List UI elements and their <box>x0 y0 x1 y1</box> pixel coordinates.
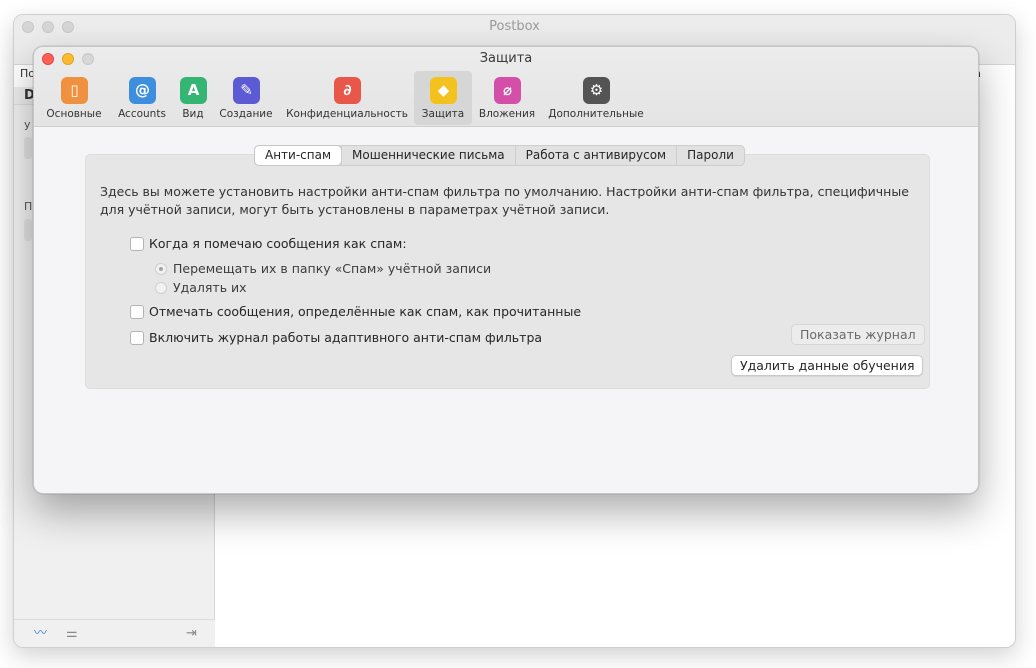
option-label: Когда я помечаю сообщения как спам: <box>149 236 407 251</box>
phone-icon: ▯ <box>61 77 88 104</box>
dialog-header: Защита ▯ Основные @ Accounts A Вид ✎ Соз… <box>34 47 978 127</box>
sidebar-fragment: П <box>24 200 33 213</box>
toolbar-label: Accounts <box>118 108 166 120</box>
gear-icon: ⚙ <box>583 77 610 104</box>
shield-icon: ◆ <box>430 77 457 104</box>
delete-training-data-button[interactable]: Удалить данные обучения <box>731 355 924 376</box>
when-mark-spam-checkbox[interactable] <box>130 237 144 251</box>
toolbar-item-general[interactable]: ▯ Основные <box>42 71 106 125</box>
sliders-icon[interactable]: ⚌ <box>66 626 78 641</box>
anti-spam-description: Здесь вы можете установить настройки ант… <box>100 184 909 217</box>
letter-a-icon: A <box>180 77 207 104</box>
toolbar-label: Вложения <box>478 108 536 120</box>
paperclip-icon: ⌀ <box>494 77 521 104</box>
toolbar-item-advanced[interactable]: ⚙ Дополнительные <box>546 71 646 125</box>
dialog-title: Защита <box>479 51 533 66</box>
toolbar-item-privacy[interactable]: ∂ Конфиденциальность <box>286 71 408 125</box>
option-label: Включить журнал работы адаптивного анти-… <box>149 330 543 345</box>
tab-antivirus[interactable]: Работа с антивирусом <box>514 146 676 165</box>
delete-them-radio[interactable] <box>155 282 167 294</box>
toolbar-item-accounts[interactable]: @ Accounts <box>114 71 170 125</box>
pencil-icon: ✎ <box>233 77 260 104</box>
at-icon: @ <box>129 77 156 104</box>
sidebar-item-stub <box>24 137 32 159</box>
privacy-icon: ∂ <box>334 77 361 104</box>
sidebar-item-stub <box>24 219 32 241</box>
sidebar-fragment: у <box>24 118 31 131</box>
toolbar-label: Конфиденциальность <box>286 108 408 120</box>
activity-icon[interactable]: 〰 <box>34 622 47 641</box>
toolbar-item-attachments[interactable]: ⌀ Вложения <box>476 71 538 125</box>
option-label: Перемещать их в папку «Спам» учётной зап… <box>173 261 492 276</box>
move-to-spam-radio[interactable] <box>155 263 167 275</box>
option-delete-them[interactable]: Удалять их <box>155 280 247 295</box>
tab-anti-spam[interactable]: Анти-спам <box>255 146 342 165</box>
toolbar-item-security[interactable]: ◆ Защита <box>414 71 472 125</box>
tab-passwords[interactable]: Пароли <box>676 146 744 165</box>
toolbar-label: Основные <box>46 108 102 120</box>
option-mark-as-read[interactable]: Отмечать сообщения, определённые как спа… <box>130 304 581 319</box>
main-window-title: Postbox <box>489 19 540 34</box>
option-label: Удалять их <box>173 280 247 295</box>
toolbar-item-view[interactable]: A Вид <box>175 71 211 125</box>
sidebar-bottom-bar: 〰 ⚌ ⇥ <box>14 619 215 647</box>
toolbar-label: Вид <box>182 108 204 120</box>
preferences-dialog: Защита ▯ Основные @ Accounts A Вид ✎ Соз… <box>33 46 979 494</box>
option-when-mark-spam[interactable]: Когда я помечаю сообщения как спам: <box>130 236 407 251</box>
option-move-to-spam[interactable]: Перемещать их в папку «Спам» учётной зап… <box>155 261 491 276</box>
enable-log-checkbox[interactable] <box>130 331 144 345</box>
toolbar-label: Защита <box>421 108 465 120</box>
toolbar-label: Создание <box>219 108 273 120</box>
toolbar-label: Дополнительные <box>548 108 644 120</box>
logout-icon[interactable]: ⇥ <box>186 626 197 641</box>
mark-as-read-checkbox[interactable] <box>130 305 144 319</box>
option-enable-log[interactable]: Включить журнал работы адаптивного анти-… <box>130 330 542 345</box>
tab-phishing[interactable]: Мошеннические письма <box>341 146 515 165</box>
option-label: Отмечать сообщения, определённые как спа… <box>149 304 582 319</box>
show-log-button[interactable]: Показать журнал <box>791 324 925 345</box>
security-tabs: Анти-спам Мошеннические письма Работа с … <box>254 145 745 166</box>
toolbar-item-compose[interactable]: ✎ Создание <box>216 71 276 125</box>
